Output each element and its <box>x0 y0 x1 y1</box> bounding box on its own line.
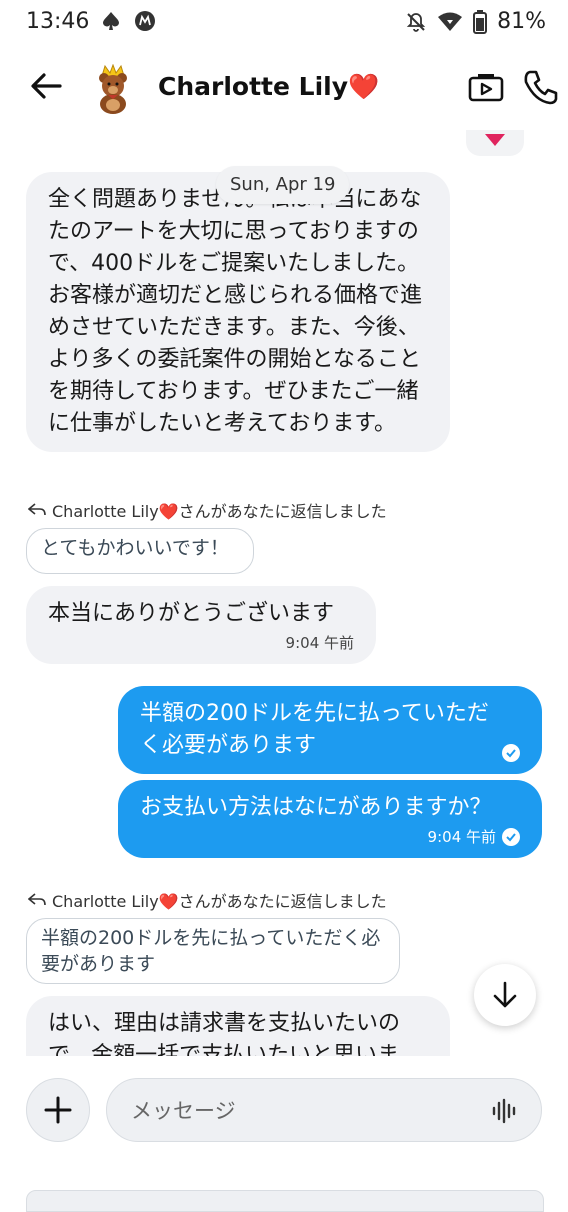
video-call-icon[interactable] <box>468 70 504 106</box>
spade-notification-icon <box>103 12 119 30</box>
reply-label-text: Charlotte Lily❤️さんがあなたに返信しました <box>52 892 387 911</box>
message-input-container <box>106 1078 542 1143</box>
status-time: 13:46 <box>26 9 90 34</box>
wifi-icon <box>438 12 463 31</box>
message-bubble-outgoing[interactable]: お支払い方法はなにがありますか？ 9:04 午前 <box>118 780 542 858</box>
message-text: お支払い方法はなにがありますか？ <box>140 795 492 820</box>
contact-name-text: Charlotte Lily <box>158 72 349 101</box>
quoted-message[interactable]: 半額の200ドルを先に払っていただく必要があります <box>26 918 400 984</box>
phone-call-icon[interactable] <box>522 68 560 106</box>
contact-name[interactable]: Charlotte Lily❤️ <box>158 72 379 102</box>
message-bubble-incoming[interactable]: はい、理由は請求書を支払いたいので、金額一括で支払いたいと思いま <box>26 996 450 1056</box>
battery-icon <box>473 9 488 34</box>
message-text: 半額の200ドルを先に払っていただく必要があります <box>140 701 489 758</box>
sent-check-icon <box>502 744 520 762</box>
message-text: 本当にありがとうございます <box>48 601 335 626</box>
avatar[interactable] <box>90 64 136 114</box>
message-composer <box>0 1056 568 1156</box>
message-time: 9:04 午前 <box>285 634 354 652</box>
add-media-button[interactable] <box>26 1078 90 1142</box>
heart-emoji: ❤️ <box>348 72 380 101</box>
message-bubble-incoming[interactable]: 本当にありがとうございます 9:04 午前 <box>26 586 376 664</box>
plus-icon <box>44 1096 72 1124</box>
previous-message-bubble <box>466 130 524 156</box>
m-app-notification-icon <box>135 11 155 31</box>
message-time: 9:04 午前 <box>427 828 496 846</box>
message-text: はい、理由は請求書を支払いたいので、金額一括で支払いたいと思いま <box>48 1011 401 1056</box>
message-input[interactable] <box>129 1079 473 1143</box>
arrow-down-icon <box>493 981 517 1008</box>
heart-reaction-icon <box>485 134 505 146</box>
voice-message-icon[interactable] <box>491 1097 519 1125</box>
message-bubble-outgoing[interactable]: 半額の200ドルを先に払っていただく必要があります <box>118 686 542 774</box>
reply-label-text: Charlotte Lily❤️さんがあなたに返信しました <box>52 502 387 521</box>
reply-label: Charlotte Lily❤️さんがあなたに返信しました <box>28 888 387 912</box>
message-bubble-incoming[interactable]: 全く問題ありません。私は本当にあなたのアートを大切に思っておりますので、400ド… <box>26 172 450 452</box>
back-arrow-icon[interactable] <box>28 68 64 104</box>
message-list[interactable]: 全く問題ありません。私は本当にあなたのアートを大切に思っておりますので、400ド… <box>0 130 568 1056</box>
reply-label: Charlotte Lily❤️さんがあなたに返信しました <box>28 498 387 522</box>
message-text: 全く問題ありません。私は本当にあなたのアートを大切に思っておりますので、400ド… <box>48 187 423 436</box>
message-timestamp: 9:04 午前 <box>48 634 354 652</box>
date-divider: Sun, Apr 19 <box>216 166 350 204</box>
status-bar: 13:46 81% <box>0 0 568 42</box>
scroll-to-bottom-button[interactable] <box>474 964 536 1026</box>
quoted-text: とてもかわいいです！ <box>41 537 229 559</box>
battery-percent: 81% <box>497 9 546 34</box>
sent-check-icon <box>502 828 520 846</box>
reply-arrow-icon <box>28 503 46 516</box>
bell-off-icon <box>406 12 426 32</box>
quoted-message[interactable]: とてもかわいいです！ <box>26 528 254 574</box>
reply-arrow-icon <box>28 893 46 906</box>
message-timestamp: 9:04 午前 <box>140 828 520 846</box>
chat-header: Charlotte Lily❤️ <box>0 50 568 130</box>
keyboard-peek <box>26 1190 544 1212</box>
quoted-text: 半額の200ドルを先に払っていただく必要があります <box>41 927 381 975</box>
